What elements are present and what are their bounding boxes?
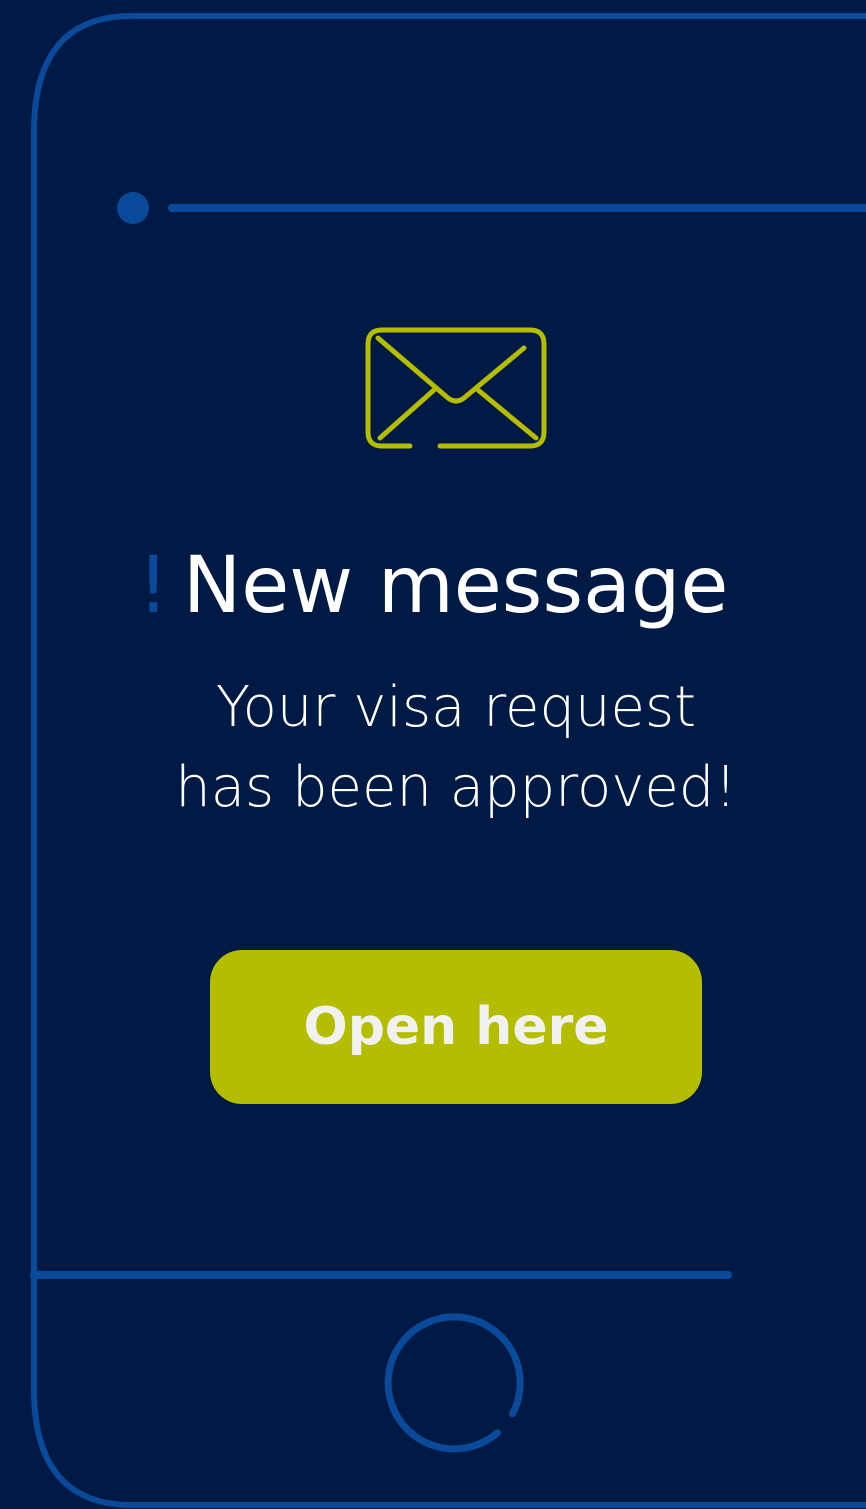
alert-mark: ! bbox=[137, 541, 169, 631]
camera-dot-icon bbox=[117, 192, 149, 224]
notification-body-line-1: Your visa request bbox=[215, 675, 697, 740]
notification-body: Your visa request has been approved! bbox=[0, 668, 866, 828]
notification-title-text: New message bbox=[182, 541, 729, 631]
envelope-icon bbox=[365, 327, 547, 449]
notification-title: ! New message bbox=[0, 538, 866, 634]
home-button-icon bbox=[384, 1313, 524, 1453]
open-here-button[interactable]: Open here bbox=[210, 950, 702, 1104]
open-here-button-label: Open here bbox=[303, 997, 609, 1057]
notification-body-line-2: has been approved! bbox=[175, 755, 737, 820]
